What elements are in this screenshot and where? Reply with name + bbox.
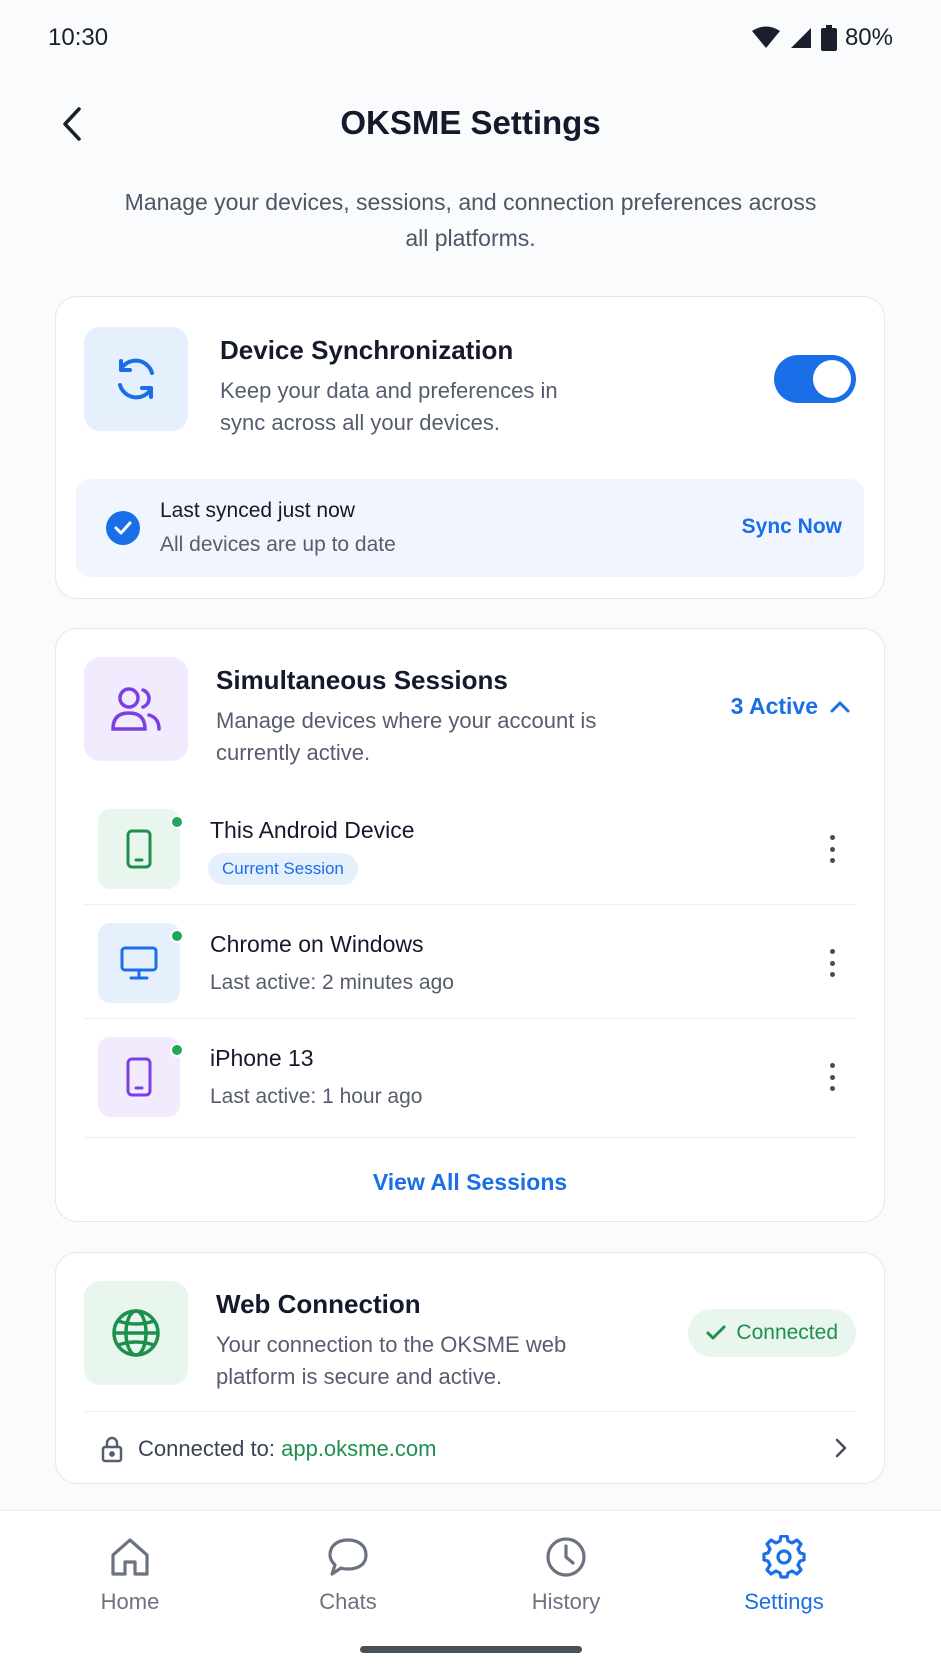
divider (84, 1137, 856, 1138)
sessions-description: Manage devices where your account is cur… (216, 708, 597, 765)
connected-to-label: Connected to: app.oksme.com (138, 1436, 437, 1461)
more-options-button[interactable] (820, 945, 844, 981)
wifi-icon (751, 26, 781, 50)
chevron-up-icon (830, 701, 850, 712)
nav-item-history[interactable]: History (496, 1535, 636, 1615)
current-session-badge: Current Session (208, 853, 358, 885)
nav-label: Chats (319, 1589, 377, 1614)
back-button[interactable] (50, 102, 94, 146)
session-row[interactable]: Chrome on Windows Last active: 2 minutes… (84, 905, 856, 1019)
globe-icon (84, 1281, 188, 1385)
page-subtitle: Manage your devices, sessions, and conne… (124, 189, 817, 251)
monitor-icon (98, 923, 184, 1003)
signal-icon (789, 26, 813, 50)
sync-status-banner: Last synced just now All devices are up … (76, 479, 864, 577)
status-icons: 80% (751, 24, 893, 52)
divider (84, 1411, 856, 1412)
home-indicator[interactable] (360, 1646, 582, 1653)
session-last-active: Last active: 1 hour ago (210, 1085, 423, 1108)
nav-label: Settings (744, 1589, 824, 1614)
nav-item-chats[interactable]: Chats (278, 1535, 418, 1615)
online-indicator (170, 929, 184, 943)
battery-percent: 80% (844, 24, 893, 51)
device-sync-card: Device Synchronization Keep your data an… (55, 296, 885, 599)
nav-item-home[interactable]: Home (60, 1535, 200, 1615)
sync-status-subtext: All devices are up to date (160, 533, 396, 556)
clock-icon (546, 1537, 586, 1577)
nav-item-settings[interactable]: Settings (714, 1535, 854, 1615)
session-last-active: Last active: 2 minutes ago (210, 971, 454, 994)
more-options-button[interactable] (820, 1059, 844, 1095)
web-connection-description: Your connection to the OKSME web platfor… (216, 1332, 567, 1389)
web-connection-card: Web Connection Your connection to the OK… (55, 1252, 885, 1484)
online-indicator (170, 1043, 184, 1057)
chat-icon (328, 1538, 368, 1576)
online-indicator (170, 815, 184, 829)
smartphone-icon (98, 809, 184, 889)
connected-to-row[interactable]: Connected to: app.oksme.com (100, 1423, 856, 1475)
connected-status-badge: Connected (688, 1309, 856, 1357)
sessions-title: Simultaneous Sessions (216, 665, 508, 695)
sync-icon (84, 327, 188, 431)
app-header: OKSME Settings (0, 90, 941, 156)
session-device-name: iPhone 13 (210, 1045, 314, 1071)
lock-icon (101, 1436, 123, 1463)
view-all-sessions-link[interactable]: View All Sessions (56, 1169, 884, 1196)
sessions-card: Simultaneous Sessions Manage devices whe… (55, 628, 885, 1222)
status-time: 10:30 (48, 24, 109, 51)
checkmark-icon (706, 1325, 726, 1340)
session-row[interactable]: This Android Device Current Session (84, 791, 856, 905)
web-connection-title: Web Connection (216, 1289, 421, 1319)
gear-icon (762, 1535, 806, 1579)
last-synced-text: Last synced just now (160, 499, 355, 522)
users-icon (84, 657, 188, 761)
session-device-name: This Android Device (210, 817, 415, 843)
active-sessions-toggle[interactable]: 3 Active (731, 693, 850, 720)
toggle-knob (813, 360, 851, 398)
sync-now-button[interactable]: Sync Now (742, 515, 842, 539)
active-count: 3 Active (730, 693, 818, 719)
session-row[interactable]: iPhone 13 Last active: 1 hour ago (84, 1019, 856, 1133)
connected-url: app.oksme.com (281, 1436, 437, 1461)
connected-status-text: Connected (736, 1321, 838, 1344)
sync-title: Device Synchronization (220, 335, 514, 365)
page-title: OKSME Settings (340, 104, 601, 141)
check-circle-icon (106, 511, 140, 545)
session-device-name: Chrome on Windows (210, 931, 424, 957)
smartphone-icon (98, 1037, 184, 1117)
sync-toggle[interactable] (774, 355, 856, 403)
home-icon (111, 1538, 149, 1576)
nav-label: History (531, 1589, 601, 1614)
chevron-left-icon (63, 107, 81, 141)
nav-label: Home (100, 1589, 160, 1614)
chevron-right-icon (835, 1438, 847, 1458)
more-options-button[interactable] (820, 831, 844, 867)
battery-icon (820, 25, 837, 51)
status-bar: 10:30 80% (0, 0, 941, 76)
sync-description: Keep your data and preferences in sync a… (220, 378, 558, 435)
